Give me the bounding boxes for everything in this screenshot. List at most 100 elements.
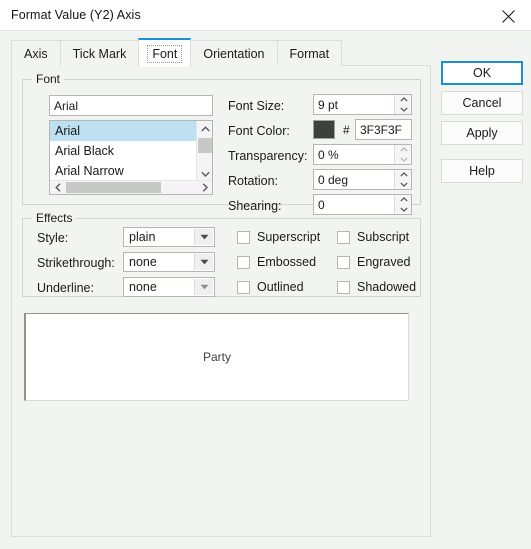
checkbox-engraved-label: Engraved (357, 255, 411, 269)
help-button-label: Help (469, 164, 495, 178)
tab-tick-mark[interactable]: Tick Mark (59, 40, 140, 66)
strikethrough-value: none (129, 255, 157, 269)
font-color-hex-input[interactable]: 3F3F3F (355, 119, 412, 140)
chevron-down-icon[interactable] (194, 254, 213, 270)
font-list-vertical-scrollbar[interactable] (196, 121, 212, 182)
strikethrough-dropdown[interactable]: none (123, 252, 215, 272)
font-size-spinner-buttons (394, 95, 411, 114)
spinner-down-icon[interactable] (395, 105, 412, 115)
checkbox-icon[interactable] (237, 255, 250, 269)
scroll-right-icon[interactable] (197, 181, 212, 194)
checkbox-icon[interactable] (237, 280, 250, 294)
spinner-up-icon[interactable] (395, 195, 412, 205)
underline-value: none (129, 280, 157, 294)
list-item[interactable]: Arial Narrow (50, 161, 196, 181)
rotation-spinner[interactable]: 0 deg (313, 169, 412, 190)
tab-axis[interactable]: Axis (11, 40, 61, 66)
font-name-value: Arial (54, 98, 79, 113)
shearing-spinner[interactable]: 0 (313, 194, 412, 215)
font-color-label: Font Color: (228, 124, 290, 138)
font-list-item-label: Arial Black (55, 144, 115, 158)
chevron-down-icon[interactable] (194, 279, 213, 295)
checkbox-superscript[interactable]: Superscript (237, 230, 320, 244)
effects-group-legend: Effects (32, 211, 77, 225)
font-list-item-label: Arial (55, 124, 81, 138)
apply-button[interactable]: Apply (441, 121, 523, 145)
spinner-up-icon[interactable] (395, 145, 412, 155)
font-color-swatch[interactable] (313, 120, 335, 139)
scroll-up-icon[interactable] (197, 121, 212, 137)
spinner-up-icon[interactable] (395, 170, 412, 180)
font-group-box: Font Arial Arial Arial Black Arial Narro… (22, 72, 421, 215)
underline-dropdown[interactable]: none (123, 277, 215, 297)
tab-axis-label: Axis (24, 46, 48, 61)
tab-strip: Axis Tick Mark Font Orientation Format (11, 38, 343, 67)
shearing-label: Shearing: (228, 199, 282, 213)
checkbox-outlined-label: Outlined (257, 280, 304, 294)
font-list-items: Arial Arial Black Arial Narrow Arial Rou… (50, 121, 196, 182)
font-list-box[interactable]: Arial Arial Black Arial Narrow Arial Rou… (49, 120, 213, 195)
tab-tick-mark-label: Tick Mark (72, 46, 127, 61)
checkbox-engraved[interactable]: Engraved (337, 255, 411, 269)
shearing-value: 0 (318, 197, 325, 212)
spinner-down-icon[interactable] (395, 180, 412, 190)
title-bar: Format Value (Y2) Axis (0, 0, 531, 31)
close-button[interactable] (486, 0, 531, 30)
style-label: Style: (37, 231, 69, 245)
checkbox-icon[interactable] (337, 230, 350, 244)
checkbox-icon[interactable] (337, 255, 350, 269)
effects-group-box: Effects Style: Strikethrough: Underline:… (22, 211, 421, 297)
rotation-spinner-buttons (394, 170, 411, 189)
checkbox-superscript-label: Superscript (257, 230, 321, 244)
tab-font[interactable]: Font (138, 38, 192, 67)
cancel-button-label: Cancel (462, 96, 502, 110)
font-size-spinner[interactable]: 9 pt (313, 94, 412, 115)
font-size-label: Font Size: (228, 99, 285, 113)
tab-format[interactable]: Format (276, 40, 343, 66)
checkbox-shadowed[interactable]: Shadowed (337, 280, 416, 294)
style-dropdown[interactable]: plain (123, 227, 215, 247)
chevron-down-icon[interactable] (194, 229, 213, 245)
cancel-button[interactable]: Cancel (441, 91, 523, 115)
list-item[interactable]: Arial (50, 121, 196, 141)
rotation-label: Rotation: (228, 174, 279, 188)
transparency-spinner[interactable]: 0 % (313, 144, 412, 165)
underline-label: Underline: (37, 281, 94, 295)
checkbox-icon[interactable] (237, 230, 250, 244)
spinner-down-icon[interactable] (395, 155, 412, 165)
font-size-value: 9 pt (318, 97, 339, 112)
font-color-hex-value: 3F3F3F (360, 122, 403, 137)
checkbox-icon[interactable] (337, 280, 350, 294)
spinner-down-icon[interactable] (395, 205, 412, 215)
style-value: plain (129, 230, 156, 244)
preview-text: Party (202, 350, 231, 364)
font-name-input[interactable]: Arial (49, 95, 213, 116)
ok-button[interactable]: OK (441, 61, 523, 85)
ok-button-label: OK (472, 66, 492, 80)
transparency-label: Transparency: (228, 149, 308, 163)
tab-orientation-label: Orientation (203, 46, 265, 61)
list-item[interactable]: Arial Black (50, 141, 196, 161)
spinner-up-icon[interactable] (395, 95, 412, 105)
apply-button-label: Apply (466, 126, 498, 140)
checkbox-shadowed-label: Shadowed (357, 280, 417, 294)
vertical-scroll-thumb[interactable] (198, 138, 212, 153)
window-title: Format Value (Y2) Axis (11, 8, 141, 22)
checkbox-embossed-label: Embossed (257, 255, 317, 269)
tab-format-label: Format (289, 46, 330, 61)
font-preview-area: Party (24, 313, 409, 401)
transparency-spinner-buttons (394, 145, 411, 164)
transparency-value: 0 % (318, 147, 339, 162)
help-button[interactable]: Help (441, 159, 523, 183)
tab-font-label: Font (147, 44, 183, 63)
checkbox-embossed[interactable]: Embossed (237, 255, 316, 269)
horizontal-scroll-thumb[interactable] (66, 182, 161, 193)
scroll-left-icon[interactable] (50, 181, 65, 194)
rotation-value: 0 deg (318, 172, 349, 187)
hex-hash-label: # (343, 123, 350, 137)
checkbox-outlined[interactable]: Outlined (237, 280, 304, 294)
checkbox-subscript[interactable]: Subscript (337, 230, 409, 244)
font-list-horizontal-scrollbar[interactable] (50, 180, 212, 194)
font-group-legend: Font (32, 72, 65, 86)
tab-orientation[interactable]: Orientation (190, 40, 278, 66)
